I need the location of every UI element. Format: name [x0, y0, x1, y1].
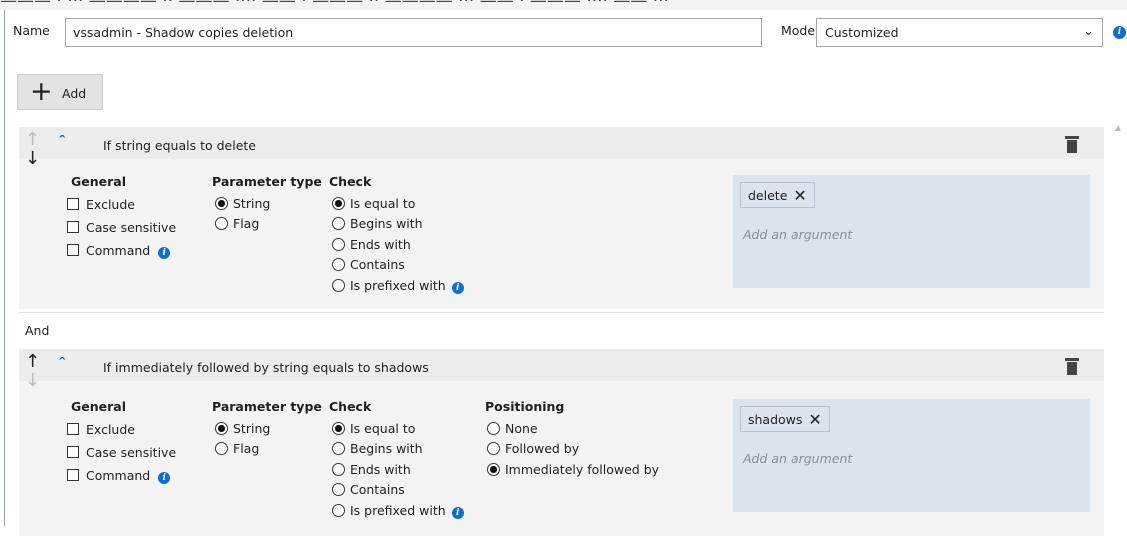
case-sensitive-checkbox[interactable]: Case sensitive — [67, 445, 176, 460]
trash-icon[interactable] — [1065, 136, 1079, 153]
top-cropped-strip: ——— · ··· ———— ·· ——— ···· —— · ——— ·· —… — [0, 0, 1127, 10]
argument-chip: shadows ✕ — [740, 406, 830, 432]
divider — [19, 312, 1104, 313]
none-radio[interactable]: None — [487, 421, 538, 436]
rule-card: ↑ ↓ ˆ If string equals to delete General… — [19, 127, 1104, 309]
add-button[interactable]: + Add — [17, 74, 103, 110]
argument-box[interactable]: shadows ✕ Add an argument — [733, 399, 1090, 512]
ends-with-radio[interactable]: Ends with — [332, 462, 411, 477]
parameter-type-header: Parameter type — [212, 399, 322, 414]
command-checkbox[interactable]: Command i — [67, 243, 171, 259]
is-equal-radio[interactable]: Is equal to — [332, 421, 415, 436]
begins-with-radio[interactable]: Begins with — [332, 216, 423, 231]
argument-box[interactable]: delete ✕ Add an argument — [733, 175, 1090, 288]
close-icon[interactable]: ✕ — [808, 412, 821, 428]
parameter-type-header: Parameter type — [212, 174, 322, 189]
argument-placeholder[interactable]: Add an argument — [743, 451, 852, 466]
name-input[interactable]: vssadmin - Shadow copies deletion — [65, 18, 762, 47]
followed-by-radio[interactable]: Followed by — [487, 441, 579, 456]
contains-radio[interactable]: Contains — [332, 482, 405, 497]
mode-value: Customized — [825, 25, 899, 40]
exclude-checkbox[interactable]: Exclude — [67, 422, 135, 437]
chevron-up-icon[interactable]: ˆ — [58, 357, 66, 372]
general-header: General — [71, 174, 126, 189]
argument-placeholder[interactable]: Add an argument — [743, 227, 852, 242]
chevron-down-icon: ⌄ — [1083, 24, 1094, 39]
arrow-down-icon[interactable]: ↓ — [25, 150, 40, 168]
info-icon[interactable]: i — [451, 282, 464, 294]
begins-with-radio[interactable]: Begins with — [332, 441, 423, 456]
check-header: Check — [329, 174, 372, 189]
info-icon[interactable]: i — [1113, 26, 1126, 39]
arrow-down-icon: ↓ — [25, 370, 41, 391]
is-equal-radio[interactable]: Is equal to — [332, 196, 415, 211]
rule-editor-panel: Name vssadmin - Shadow copies deletion M… — [4, 10, 1127, 536]
plus-icon: + — [30, 76, 53, 107]
mode-label: Mode — [781, 23, 816, 38]
mode-select[interactable]: Customized ⌄ — [816, 18, 1103, 47]
string-radio[interactable]: String — [215, 196, 270, 211]
positioning-header: Positioning — [485, 399, 565, 414]
arrow-up-icon: ↑ — [25, 129, 41, 150]
ends-with-radio[interactable]: Ends with — [332, 237, 411, 252]
string-radio[interactable]: String — [215, 421, 270, 436]
and-connector-label: And — [25, 323, 50, 338]
flag-radio[interactable]: Flag — [215, 441, 259, 456]
case-sensitive-checkbox[interactable]: Case sensitive — [67, 220, 176, 235]
info-icon[interactable]: i — [451, 507, 464, 519]
info-icon[interactable]: i — [158, 247, 171, 259]
rule-title: If string equals to delete — [103, 138, 256, 153]
chevron-up-icon[interactable]: ˆ — [58, 135, 66, 150]
immediately-followed-by-radio[interactable]: Immediately followed by — [487, 462, 659, 477]
name-label: Name — [13, 23, 50, 38]
contains-radio[interactable]: Contains — [332, 257, 405, 272]
trash-icon[interactable] — [1065, 358, 1079, 375]
rule-title: If immediately followed by string equals… — [103, 360, 429, 375]
add-button-label: Add — [62, 86, 87, 101]
info-icon[interactable]: i — [158, 472, 171, 484]
flag-radio[interactable]: Flag — [215, 216, 259, 231]
argument-chip: delete ✕ — [740, 182, 815, 208]
arrow-up-icon[interactable]: ↑ — [25, 353, 40, 371]
is-prefixed-with-radio[interactable]: Is prefixed with i — [332, 278, 464, 294]
is-prefixed-with-radio[interactable]: Is prefixed with i — [332, 503, 464, 519]
rule-card: ↑ ↓ ˆ If immediately followed by string … — [19, 349, 1104, 536]
scroll-up-icon[interactable]: ▲ — [1115, 123, 1121, 132]
exclude-checkbox[interactable]: Exclude — [67, 197, 135, 212]
close-icon[interactable]: ✕ — [793, 188, 806, 204]
general-header: General — [71, 399, 126, 414]
check-header: Check — [329, 399, 372, 414]
command-checkbox[interactable]: Command i — [67, 468, 171, 484]
